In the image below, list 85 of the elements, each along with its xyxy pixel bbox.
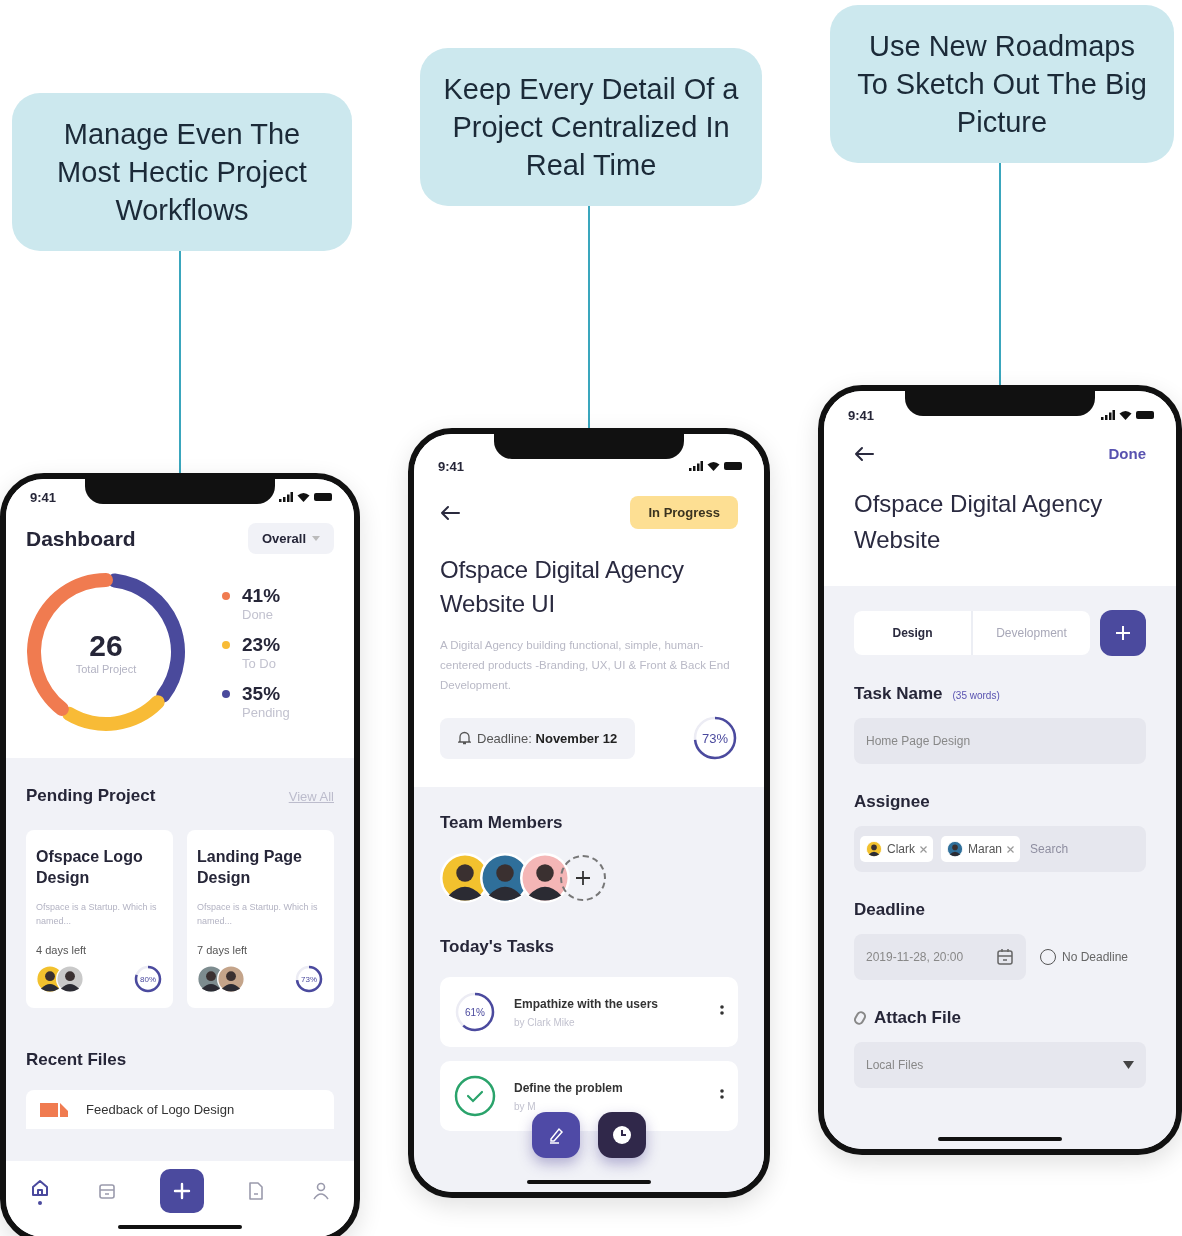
paperclip-icon xyxy=(854,1011,866,1025)
no-deadline-radio[interactable]: No Deadline xyxy=(1040,949,1129,965)
section-title: Recent Files xyxy=(26,1050,127,1070)
add-button[interactable] xyxy=(1100,610,1146,656)
progress-ring: 73% xyxy=(692,715,738,761)
field-label: Deadline xyxy=(854,900,925,920)
project-card[interactable]: Landing Page Design Ofspace is a Startup. Which is named... 7 days left 73% xyxy=(187,830,334,1008)
check-circle-icon xyxy=(454,1075,496,1117)
caret-icon xyxy=(1123,1061,1134,1069)
clock-icon xyxy=(612,1125,632,1145)
nav-tab[interactable] xyxy=(159,1169,204,1213)
project-card[interactable]: Ofspace Logo Design Ofspace is a Startup. Which is named... 4 days left 80% xyxy=(26,830,173,1008)
back-arrow-icon[interactable] xyxy=(854,445,874,462)
legend-label: Done xyxy=(242,606,275,622)
total-label: Total Project xyxy=(75,663,137,675)
signal-icon xyxy=(689,461,703,471)
legend-value: 41% xyxy=(242,584,282,607)
field-label: Task Name xyxy=(854,684,943,704)
calendar-icon xyxy=(996,948,1014,966)
callout-bubble: Keep Every Detail Of a Project Centralized In Real Time xyxy=(420,48,762,206)
signal-icon xyxy=(279,492,293,502)
add-member-button[interactable] xyxy=(560,855,606,901)
file-row[interactable]: Feedback of Logo Design xyxy=(26,1090,334,1129)
project-description: Ofspace is a Startup. Which is named... xyxy=(36,901,158,928)
close-icon[interactable] xyxy=(920,845,927,853)
close-icon[interactable] xyxy=(1007,845,1015,853)
field-label: Assignee xyxy=(854,792,930,812)
assignee-chip[interactable]: Clark xyxy=(860,836,933,862)
status-time: 9:41 xyxy=(848,407,875,423)
assignee-field[interactable]: Clark Maran Search xyxy=(854,826,1146,872)
project-title: Ofspace Digital Agency Website UI xyxy=(440,555,685,619)
progress-ring: 80% xyxy=(133,964,163,994)
wifi-icon xyxy=(707,461,720,471)
legend-value: 23% xyxy=(242,633,282,656)
section-title: Pending Project xyxy=(26,786,156,806)
done-button[interactable]: Done xyxy=(1108,445,1146,462)
pencil-icon xyxy=(547,1126,565,1144)
project-title: Ofspace Digital Agency Website xyxy=(854,489,1104,555)
battery-icon xyxy=(724,462,742,470)
project-description: A Digital Agency building functional, simple, human-centered products -Branding, UX, UI & Front & Back End Development. xyxy=(440,638,731,693)
status-time: 9:41 xyxy=(438,458,465,474)
battery-icon xyxy=(1136,411,1154,419)
progress-ring: 61% xyxy=(454,991,496,1033)
assignee-chip[interactable]: Maran xyxy=(941,836,1021,862)
task-title: Define the problem xyxy=(514,1080,624,1095)
wifi-icon xyxy=(297,492,310,502)
timer-button[interactable] xyxy=(598,1112,646,1158)
back-arrow-icon[interactable] xyxy=(440,504,460,521)
days-left: 4 days left xyxy=(36,944,88,956)
calendar-icon xyxy=(96,1181,117,1201)
legend-label: To Do xyxy=(242,655,277,671)
progress-ring: 73% xyxy=(294,964,324,994)
caret-icon xyxy=(312,536,320,541)
task-title: Empathize with the users xyxy=(514,996,660,1011)
signal-icon xyxy=(1101,410,1115,420)
document-icon xyxy=(247,1181,266,1201)
bell-icon xyxy=(458,731,471,745)
file-name: Feedback of Logo Design xyxy=(86,1102,235,1117)
section-title: Team Members xyxy=(440,813,564,833)
filter-dropdown[interactable]: Overall xyxy=(247,523,334,554)
days-left: 7 days left xyxy=(197,944,249,956)
project-title: Ofspace Logo Design xyxy=(36,847,144,888)
plus-icon xyxy=(576,871,590,885)
battery-icon xyxy=(314,493,332,501)
person-icon xyxy=(312,1181,331,1201)
plus-icon xyxy=(1115,625,1131,641)
callout-bubble: Manage Even The Most Hectic Project Workflows xyxy=(12,93,352,251)
wifi-icon xyxy=(1119,410,1132,420)
field-label: Attach File xyxy=(874,1008,961,1028)
tab[interactable]: Design xyxy=(854,611,971,655)
screen-title: Dashboard xyxy=(26,526,136,551)
edit-button[interactable] xyxy=(532,1112,580,1158)
legend-label: Pending xyxy=(242,704,290,720)
deadline-text: Deadline: November 12 xyxy=(477,730,618,746)
callout-bubble: Use New Roadmaps To Sketch Out The Big Picture xyxy=(830,5,1174,163)
section-title: Today's Tasks xyxy=(440,937,555,957)
home-icon xyxy=(29,1177,50,1198)
status-badge: In Progress xyxy=(630,496,738,529)
project-title: Landing Page Design xyxy=(197,847,303,888)
total-count: 26 xyxy=(89,629,123,663)
plus-icon xyxy=(171,1181,192,1201)
word-count: (35 words) xyxy=(952,690,1000,701)
legend-value: 35% xyxy=(242,682,282,705)
status-time: 9:41 xyxy=(30,489,57,505)
project-description: Ofspace is a Startup. Which is named... xyxy=(197,901,319,928)
